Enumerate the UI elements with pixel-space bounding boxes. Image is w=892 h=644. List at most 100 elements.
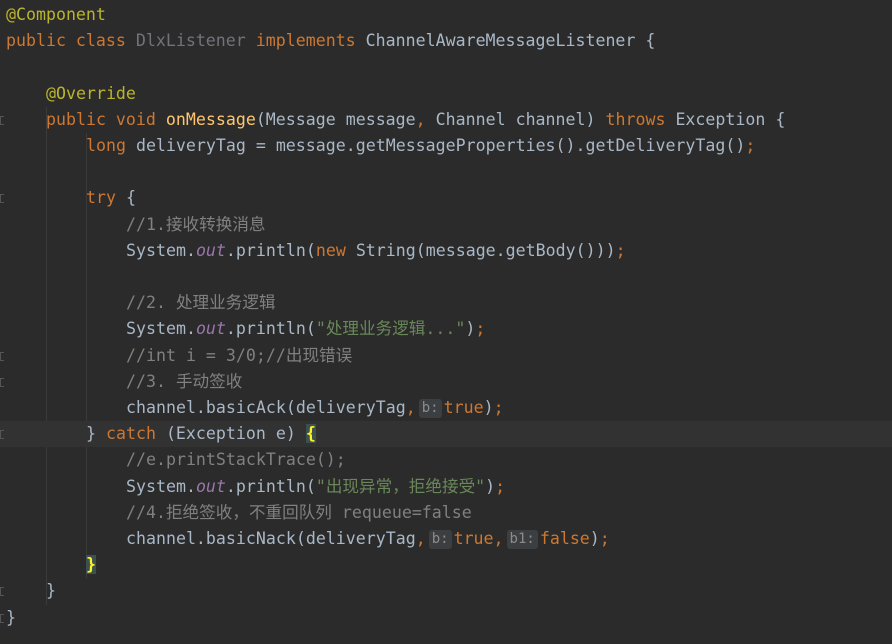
code-token-unused-class: DlxListener (135, 31, 246, 51)
code-line[interactable]: channel.basicAck(deliveryTag, b: true); (0, 395, 892, 421)
code-line[interactable] (0, 264, 892, 290)
code-token-keyword: ; (495, 476, 506, 496)
code-text: System.out.println(new String(message.ge… (126, 238, 626, 264)
code-token-plain: System. (126, 319, 196, 339)
code-token-method-decl: onMessage (165, 109, 256, 129)
code-line[interactable]: //3. 手动签收 (0, 369, 892, 395)
code-token-plain: (Exception e) (165, 424, 306, 444)
code-token-comment: //4.拒绝签收，不重回队列 requeue=false (126, 502, 472, 522)
code-line[interactable]: @Override (0, 81, 892, 107)
code-token-keyword: new (315, 240, 356, 260)
code-token-plain: String(message.getBody())) (355, 240, 616, 260)
code-token-plain: (Message message (255, 109, 416, 129)
code-text: } catch (Exception e) { (86, 421, 316, 447)
code-line-current[interactable]: } catch (Exception e) { (0, 421, 892, 448)
fold-marker-icon[interactable] (0, 377, 4, 387)
code-token-keyword: true (443, 398, 484, 417)
code-line[interactable]: @Component (0, 2, 892, 28)
fold-marker-icon[interactable] (0, 351, 4, 361)
code-token-plain: ) (465, 319, 476, 339)
code-token-plain: } (46, 581, 56, 601)
parameter-hint: b: (428, 530, 452, 549)
code-token-keyword: ; (599, 529, 610, 548)
code-line[interactable]: } (0, 605, 892, 631)
code-line[interactable]: //4.拒绝签收，不重回队列 requeue=false (0, 500, 892, 526)
code-text: public void onMessage(Message message, C… (46, 107, 785, 133)
code-line[interactable]: } (0, 578, 892, 604)
code-token-keyword: ; (493, 398, 504, 417)
code-line[interactable]: public class DlxListener implements Chan… (0, 28, 892, 54)
code-text: channel.basicNack(deliveryTag, b: true, b1:… (126, 526, 610, 552)
code-text: try { (86, 185, 136, 211)
code-token-keyword: long (86, 136, 136, 155)
code-token-keyword: try (86, 188, 126, 208)
code-token-static-field: out (195, 319, 226, 339)
code-token-keyword: implements (245, 31, 366, 51)
code-token-plain: ) (483, 398, 494, 417)
code-text: //int i = 3/0;//出现错误 (126, 343, 352, 369)
code-token-plain: .println( (225, 476, 316, 496)
code-line[interactable] (0, 159, 892, 185)
code-text: long deliveryTag = message.getMessagePro… (86, 133, 755, 159)
code-line[interactable]: //e.printStackTrace(); (0, 447, 892, 473)
code-line[interactable]: System.out.println("处理业务逻辑..."); (0, 316, 892, 342)
fold-marker-icon[interactable] (0, 194, 4, 204)
code-line[interactable]: //int i = 3/0;//出现错误 (0, 343, 892, 369)
code-token-string: "处理业务逻辑..." (315, 319, 466, 339)
code-text: System.out.println("处理业务逻辑..."); (126, 316, 485, 342)
code-token-plain: .println( (225, 240, 316, 260)
fold-marker-icon[interactable] (0, 613, 4, 623)
code-token-keyword: public void (46, 109, 166, 129)
code-token-plain: } (6, 607, 16, 627)
code-token-plain: ChannelAwareMessageListener { (365, 31, 656, 51)
code-text: @Override (46, 81, 136, 107)
code-text: //4.拒绝签收，不重回队列 requeue=false (126, 500, 472, 526)
fold-marker-icon[interactable] (0, 115, 4, 125)
code-token-keyword: ; (745, 136, 756, 155)
code-text: System.out.println("出现异常，拒绝接受"); (126, 474, 505, 500)
code-line[interactable]: System.out.println("出现异常，拒绝接受"); (0, 474, 892, 500)
code-token-comment: //2. 处理业务逻辑 (126, 293, 276, 313)
parameter-hint: b: (418, 399, 442, 418)
code-line[interactable]: //1.接收转换消息 (0, 212, 892, 238)
code-editor[interactable]: @Component public class DlxListener imple… (0, 0, 892, 644)
code-line[interactable]: public void onMessage(Message message, C… (0, 107, 892, 133)
code-token-keyword: throws (605, 109, 676, 129)
code-text: public class DlxListener implements Chan… (6, 28, 655, 54)
fold-marker-icon[interactable] (0, 430, 4, 440)
code-token-comment: //1.接收转换消息 (126, 214, 266, 234)
code-line[interactable]: } (0, 552, 892, 578)
code-token-brace: { (305, 424, 316, 444)
code-token-keyword: , (493, 529, 504, 548)
code-token-keyword: catch (105, 424, 166, 444)
code-token-comment: //3. 手动签收 (126, 371, 243, 391)
code-token-keyword: , (415, 109, 436, 129)
code-text: //e.printStackTrace(); (126, 447, 346, 473)
code-token-keyword: false (539, 529, 590, 548)
code-text: } (46, 578, 56, 604)
code-line[interactable] (0, 54, 892, 80)
code-token-annotation: @Override (46, 83, 136, 103)
code-token-plain: { (125, 188, 136, 208)
code-token-keyword: true (453, 529, 494, 548)
code-token-plain: deliveryTag = message.getMessageProperti… (135, 136, 746, 155)
code-token-keyword: ; (475, 319, 486, 339)
code-token-static-field: out (195, 476, 226, 496)
code-token-comment: //e.printStackTrace(); (126, 450, 346, 470)
code-token-brace: } (86, 555, 96, 575)
code-line[interactable]: //2. 处理业务逻辑 (0, 290, 892, 316)
code-token-plain: channel.basicNack(deliveryTag (126, 529, 416, 548)
code-line[interactable]: try { (0, 185, 892, 211)
code-token-string: "出现异常，拒绝接受" (315, 476, 486, 496)
code-line[interactable]: System.out.println(new String(message.ge… (0, 238, 892, 264)
code-token-plain: ) (589, 529, 600, 548)
code-token-plain: Exception { (675, 109, 786, 129)
code-token-keyword: , (415, 529, 426, 548)
code-text: //2. 处理业务逻辑 (126, 290, 276, 316)
code-token-annotation: @Component (6, 5, 106, 24)
fold-marker-icon[interactable] (0, 587, 4, 597)
code-line[interactable]: channel.basicNack(deliveryTag, b: true, b1:… (0, 526, 892, 552)
code-token-plain: System. (126, 240, 196, 260)
code-line[interactable]: long deliveryTag = message.getMessagePro… (0, 133, 892, 159)
code-text: } (6, 605, 16, 631)
